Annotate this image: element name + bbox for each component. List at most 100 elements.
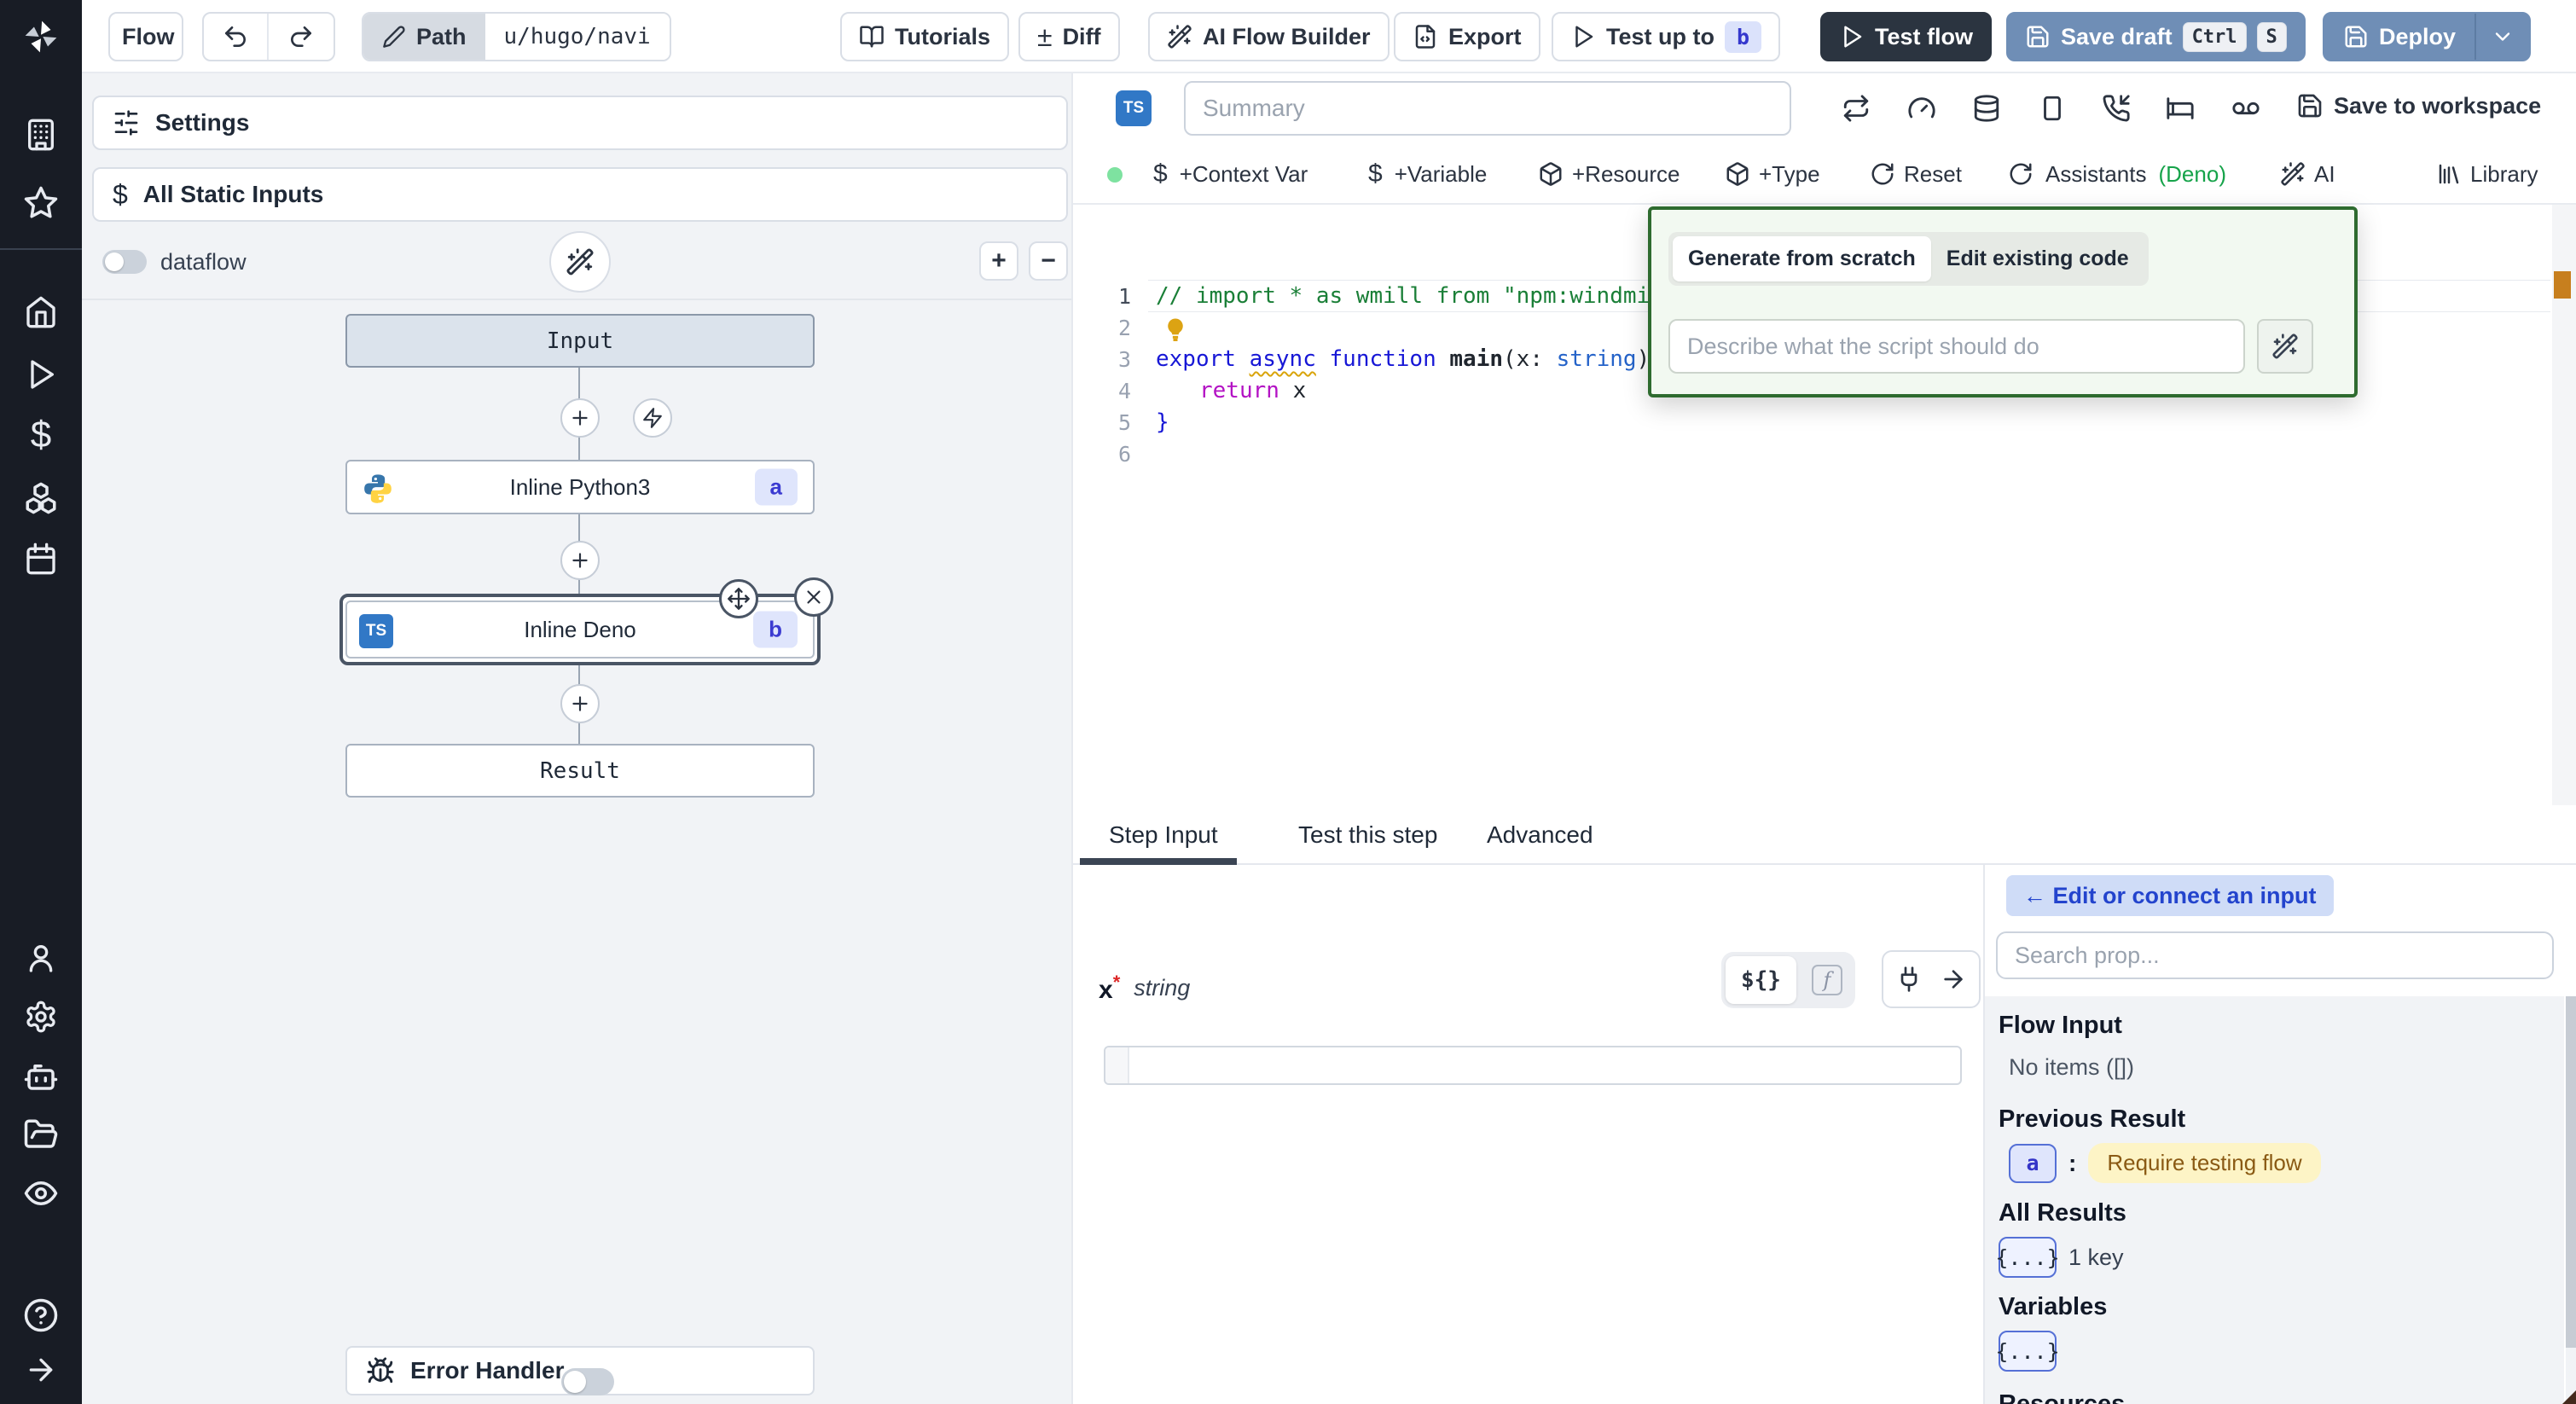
collapse-rail-button[interactable] <box>0 1353 82 1387</box>
export-button[interactable]: Export <box>1394 12 1540 61</box>
early-stop-settings-button[interactable] <box>2038 94 2067 123</box>
expr-mode-button[interactable]: ${} <box>1726 956 1796 1004</box>
resize-corner[interactable] <box>2562 1390 2576 1404</box>
mock-settings-button[interactable] <box>2231 94 2260 123</box>
rotate-cw-icon <box>2008 161 2034 187</box>
diff-button[interactable]: ± Diff <box>1018 12 1120 61</box>
flow-input-empty: No items ([]) <box>2009 1054 2134 1081</box>
tutorials-button[interactable]: Tutorials <box>840 12 1009 61</box>
arg-value-input[interactable] <box>1104 1046 1962 1085</box>
nav-favorites-button[interactable] <box>0 185 82 221</box>
chevron-down-icon <box>2491 25 2515 49</box>
summary-input[interactable] <box>1184 81 1791 136</box>
lightbulb-icon[interactable] <box>1163 316 1188 342</box>
nav-folders-button[interactable] <box>0 1117 82 1152</box>
path-value[interactable]: u/hugo/navi <box>485 14 670 60</box>
nav-schedules-button[interactable] <box>0 542 82 576</box>
panel-scrollbar-thumb[interactable] <box>2566 996 2576 1348</box>
tab-step-input[interactable]: Step Input <box>1109 805 1218 865</box>
nav-users-button[interactable] <box>0 941 82 975</box>
ai-flow-wand-button[interactable] <box>549 231 611 293</box>
error-handler-toggle[interactable] <box>561 1368 614 1395</box>
flow-node-input[interactable]: Input <box>345 314 815 368</box>
nav-runs-button[interactable] <box>0 357 82 392</box>
all-results-header[interactable]: All Results <box>1999 1199 2126 1227</box>
all-results-object-chip[interactable]: {...} <box>1999 1237 2057 1278</box>
ai-gen-button[interactable]: AI <box>2280 143 2335 205</box>
ai-flow-builder-button[interactable]: AI Flow Builder <box>1148 12 1390 61</box>
edit-or-connect-pill[interactable]: ← Edit or connect an input <box>2006 875 2334 916</box>
concurrency-settings-button[interactable] <box>1907 94 1936 123</box>
save-draft-button[interactable]: Save draft Ctrl S <box>2006 12 2306 61</box>
assistants-button[interactable]: Assistants (Deno) <box>2008 143 2226 205</box>
windmill-logo-icon <box>26 21 57 53</box>
nav-resources-button[interactable] <box>0 480 82 516</box>
redo-button[interactable] <box>269 14 334 60</box>
flow-input-header[interactable]: Flow Input <box>1999 1012 2122 1040</box>
panel-scrollbar-track[interactable] <box>2566 996 2576 1404</box>
flow-settings-button[interactable]: Settings <box>92 96 1068 150</box>
pencil-icon <box>382 25 406 49</box>
undo-button[interactable] <box>204 14 269 60</box>
plug-icon[interactable] <box>1895 966 1923 993</box>
deploy-dropdown-button[interactable] <box>2476 14 2529 60</box>
search-prop-input[interactable] <box>1996 931 2554 979</box>
sleep-settings-button[interactable] <box>2166 94 2195 123</box>
dataflow-toggle[interactable] <box>102 250 147 274</box>
zoom-in-button[interactable]: + <box>979 241 1018 281</box>
edit-existing-code-tab[interactable]: Edit existing code <box>1931 236 2144 281</box>
add-step-button[interactable] <box>560 398 600 438</box>
retry-settings-button[interactable] <box>1842 94 1871 123</box>
generate-from-scratch-tab[interactable]: Generate from scratch <box>1673 236 1931 281</box>
nav-ai-bot-button[interactable] <box>0 1059 82 1094</box>
nav-settings-button[interactable] <box>0 1000 82 1034</box>
ai-prompt-input[interactable] <box>1668 319 2245 374</box>
typescript-icon: TS <box>1116 90 1152 126</box>
flow-menu-button[interactable]: Flow <box>108 12 183 61</box>
input-drag-handle[interactable] <box>1105 1047 1129 1083</box>
cache-settings-button[interactable] <box>1972 94 2001 123</box>
prev-step-badge[interactable]: a <box>2009 1144 2057 1183</box>
add-step-button[interactable] <box>560 684 600 723</box>
flow-node-result[interactable]: Result <box>345 744 815 798</box>
suspend-settings-button[interactable] <box>2102 94 2131 123</box>
add-trigger-button[interactable] <box>633 398 672 438</box>
previous-result-header[interactable]: Previous Result <box>1999 1105 2185 1134</box>
deploy-button[interactable]: Deploy <box>2324 14 2476 60</box>
variables-header[interactable]: Variables <box>1999 1293 2107 1321</box>
path-edit-button[interactable]: Path <box>363 14 485 60</box>
add-context-var-button[interactable]: $+Context Var <box>1153 143 1308 205</box>
code-line-3: export async function main(x: string) { <box>1156 344 1677 375</box>
delete-step-button[interactable] <box>794 577 833 617</box>
nav-home-button[interactable] <box>0 295 82 329</box>
add-resource-button[interactable]: +Resource <box>1538 143 1680 205</box>
add-variable-button[interactable]: $+Variable <box>1368 143 1487 205</box>
zoom-out-button[interactable]: − <box>1029 241 1068 281</box>
add-step-button[interactable] <box>560 541 600 580</box>
test-up-to-button[interactable]: Test up to b <box>1552 12 1780 61</box>
nav-audit-button[interactable] <box>0 1175 82 1211</box>
save-icon <box>2025 24 2051 49</box>
library-button[interactable]: Library <box>2436 143 2538 205</box>
ai-prompt-submit-button[interactable] <box>2257 319 2313 374</box>
tab-test-this-step[interactable]: Test this step <box>1298 805 1437 865</box>
error-handler-card[interactable]: Error Handler <box>345 1346 815 1395</box>
nav-variables-button[interactable]: $ <box>0 418 82 452</box>
move-step-button[interactable] <box>719 579 758 618</box>
windmill-logo[interactable] <box>0 0 82 73</box>
add-type-button[interactable]: +Type <box>1725 143 1820 205</box>
reset-code-button[interactable]: Reset <box>1870 143 1962 205</box>
line-number: 4 <box>1090 375 1131 407</box>
variables-object-chip[interactable]: {...} <box>1999 1331 2057 1372</box>
arrow-right-icon[interactable] <box>1940 966 1967 993</box>
test-flow-button[interactable]: Test flow <box>1820 12 1992 61</box>
flow-node-python[interactable]: Inline Python3 a <box>345 460 815 514</box>
save-to-workspace-button[interactable]: Save to workspace <box>2296 92 2541 119</box>
code-line-5: } <box>1156 407 1169 438</box>
help-button[interactable] <box>0 1297 82 1333</box>
resources-header[interactable]: Resources <box>1999 1390 2125 1404</box>
nav-workspace-button[interactable] <box>0 118 82 152</box>
fn-mode-button[interactable]: f <box>1803 956 1851 1004</box>
all-static-inputs-button[interactable]: $ All Static Inputs <box>92 167 1068 222</box>
tab-advanced[interactable]: Advanced <box>1487 805 1593 865</box>
